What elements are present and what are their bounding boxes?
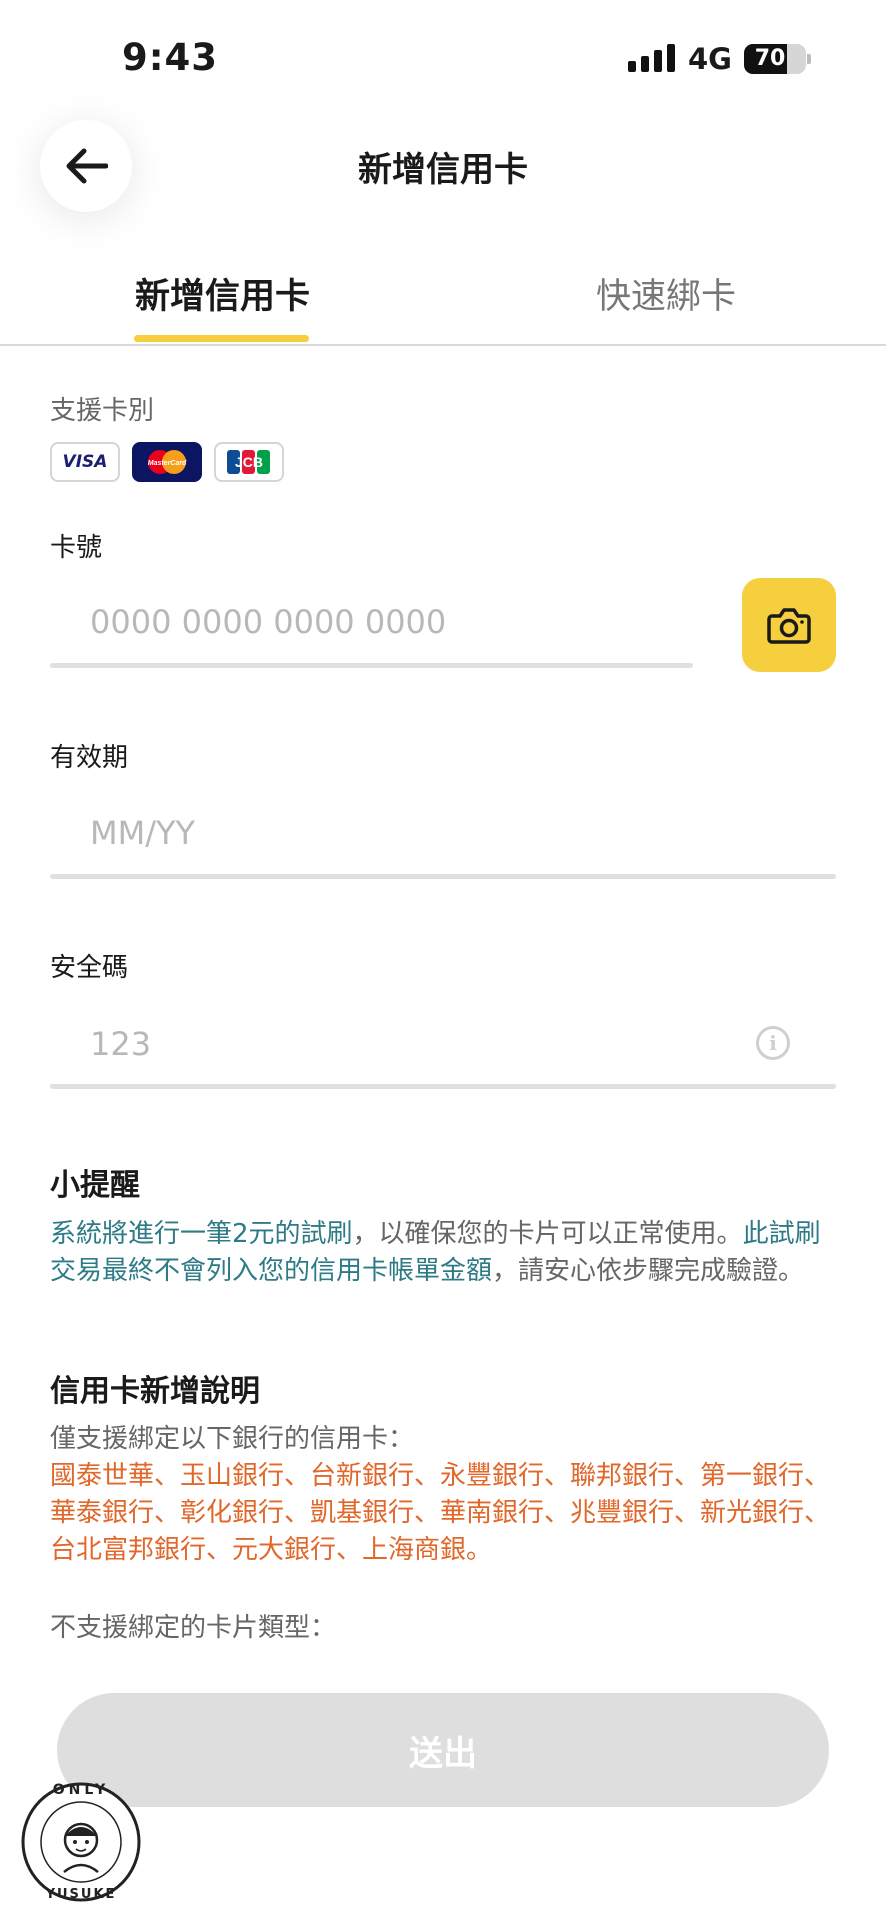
battery-icon: 70 [744,44,811,74]
card-number-input[interactable]: 0000 0000 0000 0000 [90,603,690,641]
watermark-top-text: ONLY [53,1782,110,1798]
visa-logo: VISA [50,442,120,482]
unsupported-cards-intro: 不支援綁定的卡片類型： [50,1613,337,1643]
jcb-logo-text: JCB [235,454,263,470]
reminder-instruction: ，請安心依步驟完成驗證。 [492,1256,805,1286]
mastercard-circles-icon: MasterCard [148,450,187,474]
cvv-label: 安全碼 [50,953,129,983]
card-number-label: 卡號 [50,533,103,563]
scan-card-camera-button[interactable] [742,578,836,672]
jcb-logo: JCB [214,442,284,482]
reminder-trial-charge: 系統將進行一筆2元的試刷 [50,1219,353,1249]
signal-strength-icon [628,44,675,72]
network-type: 4G [688,42,732,76]
status-time: 9:43 [122,36,219,79]
tab-add-credit-card[interactable]: 新增信用卡 [135,268,310,319]
jcb-mark-icon: JCB [227,450,270,474]
expiry-input[interactable]: MM/YY [90,814,790,852]
info-icon[interactable]: i [756,1026,790,1060]
reminder-purpose: ，以確保您的卡片可以正常使用。 [352,1219,743,1249]
reminder-title: 小提醒 [50,1168,140,1203]
expiry-label: 有效期 [50,743,129,773]
supported-banks-intro: 僅支援綁定以下銀行的信用卡： [50,1424,415,1454]
supported-cards-label: 支援卡別 [50,396,155,426]
tab-divider [0,344,886,346]
cvv-underline [50,1084,836,1089]
supported-banks-list: 國泰世華、玉山銀行、台新銀行、永豐銀行、聯邦銀行、第一銀行、華泰銀行、彰化銀行、… [50,1461,831,1565]
visa-logo-text: VISA [62,452,108,472]
submit-button-label: 送出 [409,1733,477,1774]
expiry-underline [50,874,836,879]
page-title: 新增信用卡 [358,150,528,190]
reminder-text: 系統將進行一筆2元的試刷，以確保您的卡片可以正常使用。此試刷交易最終不會列入您的… [50,1216,840,1290]
submit-button[interactable]: 送出 [57,1693,829,1807]
card-number-underline [50,663,693,668]
mastercard-logo-text: MasterCard [148,460,187,467]
instructions-title: 信用卡新增說明 [50,1374,260,1409]
active-tab-indicator [134,335,309,342]
camera-icon [767,608,811,644]
battery-percent: 70 [754,46,786,71]
tab-quick-bind[interactable]: 快速綁卡 [596,268,736,319]
watermark-bottom-text: YUSUKE [45,1887,117,1902]
watermark-logo: ONLY YUSUKE [16,1774,146,1904]
cvv-input[interactable]: 123 [90,1025,690,1063]
mastercard-logo: MasterCard [132,442,202,482]
